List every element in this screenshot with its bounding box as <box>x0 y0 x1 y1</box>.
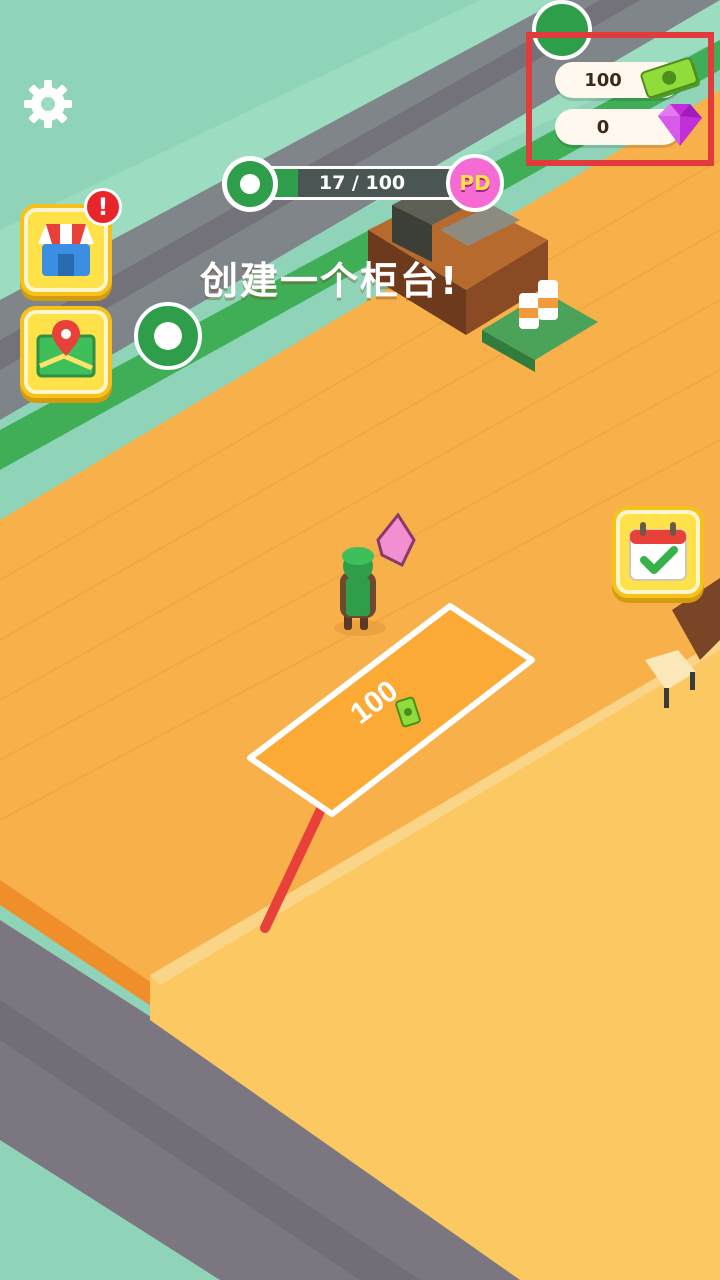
gem-amount: 0 <box>596 116 610 138</box>
next-level-badge: PD <box>446 154 504 212</box>
build-counter-spot[interactable]: 100 <box>240 598 540 828</box>
calendar-check-icon <box>629 522 687 581</box>
map-icon <box>36 320 96 378</box>
gear-icon <box>24 80 72 128</box>
shop-alert-badge: ! <box>84 188 122 226</box>
daily-task-button[interactable] <box>612 506 704 598</box>
cash-icon <box>640 57 701 101</box>
level-progress-bar: 17 / 100 <box>262 166 462 200</box>
progress-text: 17 / 100 <box>318 172 406 194</box>
settings-button[interactable] <box>20 76 76 132</box>
star-ducks-logo-icon <box>222 156 278 212</box>
cash-amount: 100 <box>584 69 622 91</box>
map-button[interactable] <box>20 306 112 398</box>
tutorial-hint: 创建一个柜台! <box>200 259 460 303</box>
gem-icon <box>658 104 702 146</box>
